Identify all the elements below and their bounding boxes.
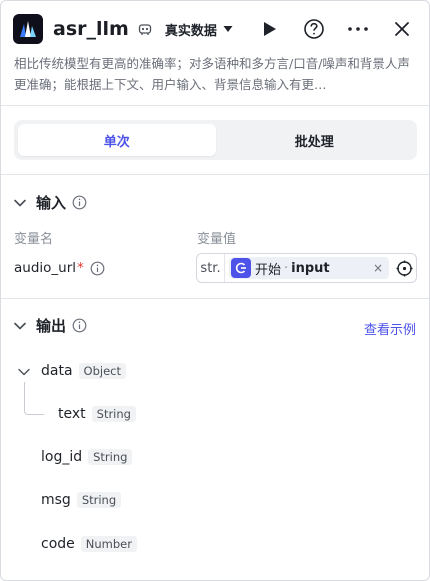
variable-value-field[interactable]: str. 开始 · input × [196, 253, 417, 283]
output-field-row: code Number [41, 536, 137, 552]
output-field-type: String [88, 449, 133, 465]
chevron-down-icon [14, 322, 26, 330]
output-field-type: Object [78, 363, 127, 379]
output-section-header[interactable]: 输出 [14, 315, 87, 336]
output-field-row: text String [58, 406, 136, 422]
variable-reference-chip[interactable]: 开始 · input × [229, 257, 389, 279]
chevron-down-icon[interactable] [18, 368, 30, 376]
required-mark: * [77, 260, 84, 276]
see-example-link[interactable]: 查看示例 [364, 319, 416, 338]
input-section-header[interactable]: 输入 [14, 192, 87, 213]
output-field-row: data Object [41, 363, 127, 379]
close-button[interactable] [387, 14, 417, 44]
target-icon[interactable] [395, 259, 413, 277]
output-field-name: code [41, 536, 75, 552]
node-title: asr_llm [53, 18, 129, 40]
output-field-type: String [76, 492, 122, 508]
input-variable-name: audio_url * [14, 260, 105, 276]
output-field-name: msg [41, 492, 71, 508]
reference-variable: input [291, 260, 330, 276]
start-node-icon [231, 258, 251, 278]
info-icon[interactable] [72, 195, 87, 210]
robot-icon [137, 21, 153, 37]
dataset-label: 真实数据 [164, 23, 217, 39]
divider [1, 174, 429, 175]
panel-header: asr_llm 真实数据 [13, 13, 417, 45]
output-section-title: 输出 [36, 317, 67, 335]
chevron-down-icon [14, 199, 26, 207]
more-button[interactable] [343, 14, 373, 44]
output-field-row: log_id String [41, 449, 133, 465]
waveform-logo-icon [13, 14, 43, 44]
more-icon [348, 27, 368, 31]
clear-reference-button[interactable]: × [373, 261, 383, 275]
output-field-type: Number [80, 536, 137, 552]
output-field-row: msg String [41, 492, 122, 508]
info-icon[interactable] [72, 318, 87, 333]
column-header-name: 变量名 [14, 232, 54, 247]
output-field-name: data [41, 363, 73, 379]
node-panel: asr_llm 真实数据 相比传统模型有更高的准确率；对多语种和多方言/口音/噪… [0, 0, 430, 581]
reference-separator: · [284, 260, 289, 276]
input-section-title: 输入 [36, 194, 67, 212]
output-field-type: String [91, 406, 136, 422]
play-icon [263, 21, 277, 37]
output-field-name: log_id [41, 449, 83, 465]
dataset-selector[interactable]: 真实数据 [165, 20, 233, 39]
value-type-selector[interactable]: str. [197, 254, 225, 282]
header-actions [241, 13, 417, 45]
run-button[interactable] [255, 14, 285, 44]
tree-connector [24, 382, 44, 415]
divider [1, 105, 429, 106]
column-header-value: 变量值 [197, 232, 237, 247]
help-icon [303, 18, 325, 40]
node-description: 相比传统模型有更高的准确率；对多语种和多方言/口音/噪声和背景人声更准确；能根据… [14, 56, 410, 92]
tab-batch[interactable]: 批处理 [216, 124, 414, 156]
info-icon[interactable] [90, 261, 105, 276]
mode-tabs: 单次 批处理 [14, 120, 417, 160]
help-button[interactable] [299, 14, 329, 44]
output-field-name: text [58, 406, 86, 422]
reference-source: 开始 [255, 262, 282, 278]
close-icon [394, 21, 410, 37]
caret-down-icon [223, 25, 233, 33]
variable-name-label: audio_url [14, 260, 77, 276]
divider [1, 298, 429, 299]
tab-single[interactable]: 单次 [18, 124, 216, 156]
